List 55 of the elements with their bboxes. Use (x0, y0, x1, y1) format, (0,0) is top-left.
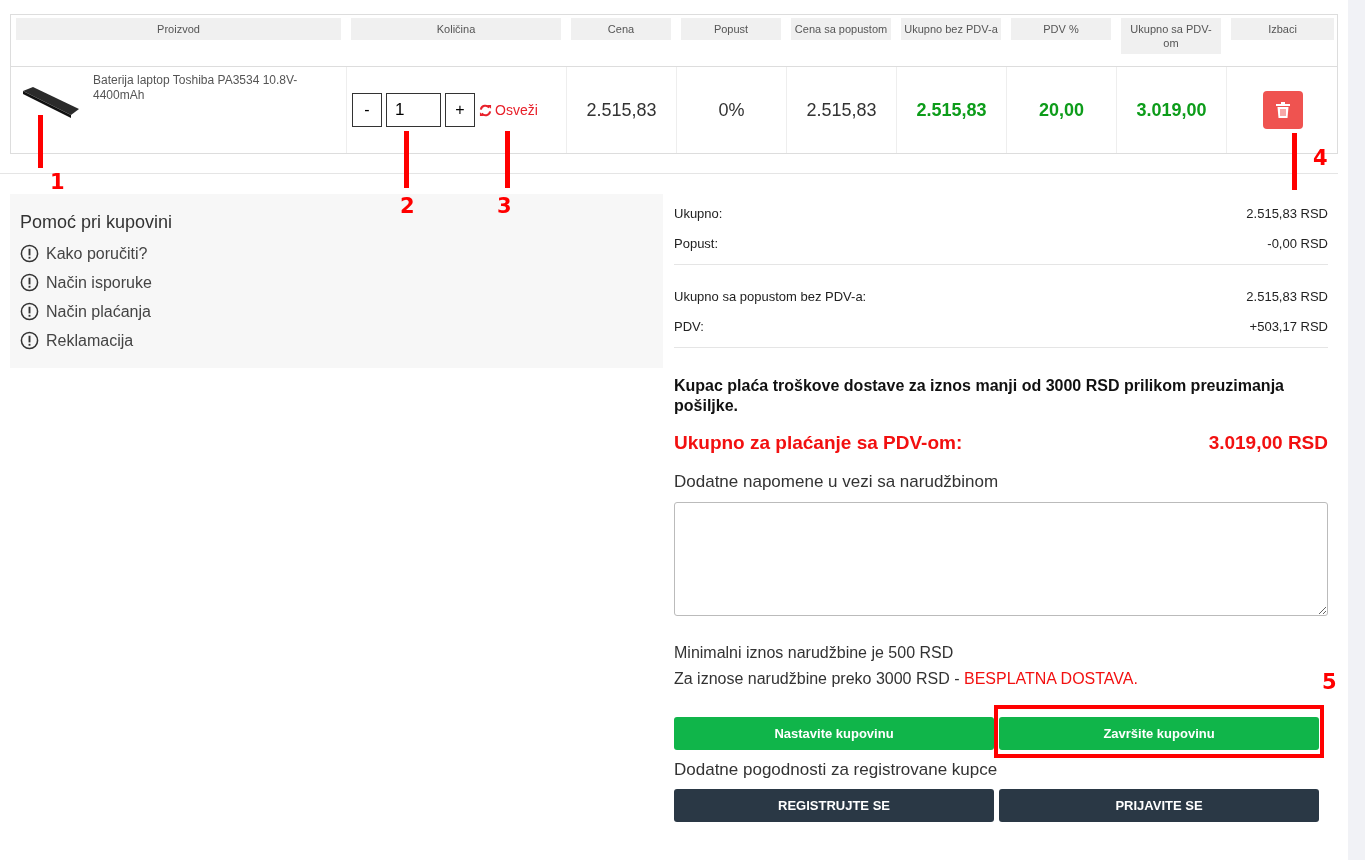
delete-button[interactable] (1263, 91, 1303, 129)
column-header: Cena sa popustom (791, 18, 891, 40)
table-cell: 20,00 (1038, 99, 1084, 121)
summary-value: +503,17 RSD (1249, 318, 1328, 334)
column-header: Popust (681, 18, 781, 40)
summary-value: 2.515,83 RSD (1246, 205, 1328, 221)
annotation-number: 3 (497, 194, 512, 218)
info-icon (20, 331, 39, 350)
column-header: Cena (571, 18, 671, 40)
notes-label: Dodatne napomene u vezi sa narudžbinom (674, 472, 1000, 492)
summary-value: -0,00 RSD (1267, 235, 1328, 251)
decrease-button[interactable]: - (352, 93, 382, 127)
table-cell: 2.515,83 (806, 99, 877, 121)
help-link[interactable]: Kako poručiti? (46, 244, 148, 263)
info-icon (20, 273, 39, 292)
account-button[interactable]: REGISTRUJTE SE (674, 789, 994, 822)
column-header: Ukupno sa PDV-om (1121, 18, 1221, 54)
product-name: Baterija laptop Toshiba PA3534 10.8V-4400mAh (93, 73, 299, 103)
help-link[interactable]: Reklamacija (46, 331, 134, 350)
table-cell: 2.515,83 (586, 99, 657, 121)
summary-label: Popust: (674, 235, 719, 251)
help-title: Pomoć pri kupovini (20, 212, 174, 233)
table-cell: 0% (718, 99, 745, 121)
summary-label: Ukupno: (674, 205, 723, 221)
info-icon (20, 302, 39, 321)
notes-field[interactable] (674, 502, 1328, 616)
free-shipping-text: Za iznose narudžbine preko 3000 RSD - BESPLATNA DOSTAVA. (674, 670, 1139, 688)
column-header: Izbaci (1231, 18, 1334, 40)
annotation-number: 5 (1322, 670, 1337, 694)
help-link[interactable]: Način isporuke (46, 273, 152, 292)
column-header: Ukupno bez PDV-a (901, 18, 1001, 40)
annotation-number: 1 (50, 170, 65, 194)
total-value: 3.019,00 RSD (1208, 432, 1328, 454)
quantity-field[interactable]: 1 (386, 93, 441, 127)
minimum-order-text: Minimalni iznos narudžbine je 500 RSD (674, 644, 955, 662)
summary-label: PDV: (674, 318, 704, 334)
summary-value: 2.515,83 RSD (1246, 288, 1328, 304)
refresh-link[interactable]: Osveži (495, 102, 538, 118)
column-header: Proizvod (16, 18, 341, 40)
info-icon (20, 244, 39, 263)
trash-icon (1276, 102, 1290, 118)
help-link[interactable]: Način plaćanja (46, 302, 151, 321)
account-button[interactable]: PRIJAVITE SE (999, 789, 1319, 822)
column-header: Količina (351, 18, 561, 40)
increase-button[interactable]: + (445, 93, 475, 127)
table-cell: 2.515,83 (916, 99, 987, 121)
table-cell: 3.019,00 (1136, 99, 1207, 121)
column-header: PDV % (1011, 18, 1111, 40)
shipping-note: Kupac plaća troškove dostave za iznos manji od 3000 RSD prilikom preuzimanja pošiljke. (674, 376, 1285, 416)
annotation-number: 2 (400, 194, 415, 218)
summary-label: Ukupno sa popustom bez PDV-a: (674, 288, 867, 304)
refresh-icon (479, 103, 492, 117)
total-label: Ukupno za plaćanje sa PDV-om: (674, 432, 963, 454)
annotation-number: 4 (1313, 146, 1328, 170)
registered-note: Dodatne pogodnosti za registrovane kupce (674, 760, 999, 780)
